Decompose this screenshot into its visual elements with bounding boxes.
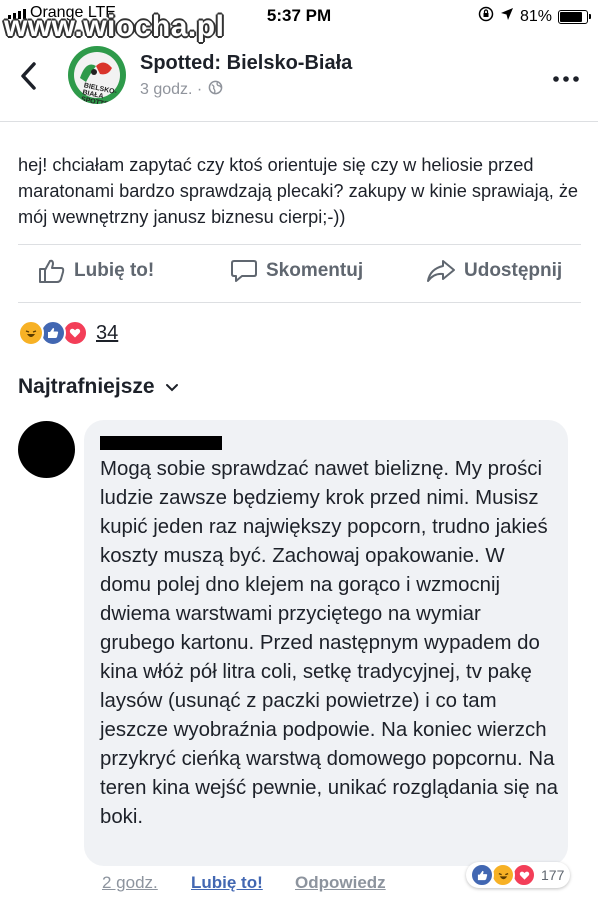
comment-sort-dropdown[interactable]: Najtrafniejsze (18, 375, 179, 399)
comment-like-button[interactable]: Lubię to! (191, 873, 263, 893)
redacted-commenter-name (100, 436, 222, 450)
battery-percent: 81% (519, 7, 552, 25)
status-icons: 81% (478, 6, 591, 27)
share-arrow-icon (427, 260, 455, 282)
watermark: www.wiocha.pl (4, 10, 225, 43)
battery-icon (558, 9, 591, 24)
like-reaction-icon (470, 863, 494, 887)
post-text: hej! chciałam zapytać czy ktoś orientuje… (18, 155, 579, 227)
thumbs-up-icon (39, 259, 65, 283)
divider (18, 302, 581, 303)
comment-text: Mogą sobie sprawdzać nawet bieliznę. My … (100, 458, 558, 828)
haha-reaction-icon (18, 320, 44, 346)
comment-reactions[interactable]: 177 (466, 862, 571, 888)
divider (0, 121, 598, 122)
reaction-count[interactable]: 34 (96, 322, 118, 345)
more-options-button[interactable] (553, 70, 579, 88)
post-time[interactable]: 3 godz. · (140, 81, 202, 99)
back-button[interactable] (18, 58, 38, 94)
commenter-avatar[interactable] (18, 421, 75, 478)
chevron-left-icon (21, 62, 36, 90)
share-button[interactable]: Udostępnij (426, 258, 562, 284)
page-name[interactable]: Spotted: Bielsko-Biała (140, 52, 352, 75)
like-label: Lubię to! (74, 260, 155, 281)
comment-time[interactable]: 2 godz. (102, 873, 158, 893)
like-button[interactable]: Lubię to! (38, 258, 154, 284)
location-arrow-icon (500, 7, 514, 26)
status-bar: Orange LTE 5:37 PM 81% www.wiocha.pl (0, 0, 598, 43)
page-avatar[interactable]: BIELSKO-BIAŁA SPOTTED (68, 46, 126, 104)
share-label: Udostępnij (464, 260, 563, 281)
globe-icon (208, 80, 223, 100)
comment-reaction-count: 177 (541, 867, 565, 883)
love-reaction-icon (512, 863, 536, 887)
post-reactions[interactable]: 34 (18, 320, 118, 346)
sort-label: Najtrafniejsze (18, 375, 155, 398)
rotation-lock-icon (478, 6, 494, 27)
chevron-down-icon (165, 383, 178, 391)
post-meta: 3 godz. · (140, 80, 223, 100)
divider (18, 244, 581, 245)
comment-bubble-icon (231, 260, 257, 282)
comment-button[interactable]: Skomentuj (230, 258, 363, 284)
haha-reaction-icon (491, 863, 515, 887)
comment-label: Skomentuj (266, 260, 364, 281)
more-dots-icon (553, 76, 579, 82)
comment-reply-button[interactable]: Odpowiedz (295, 873, 386, 893)
